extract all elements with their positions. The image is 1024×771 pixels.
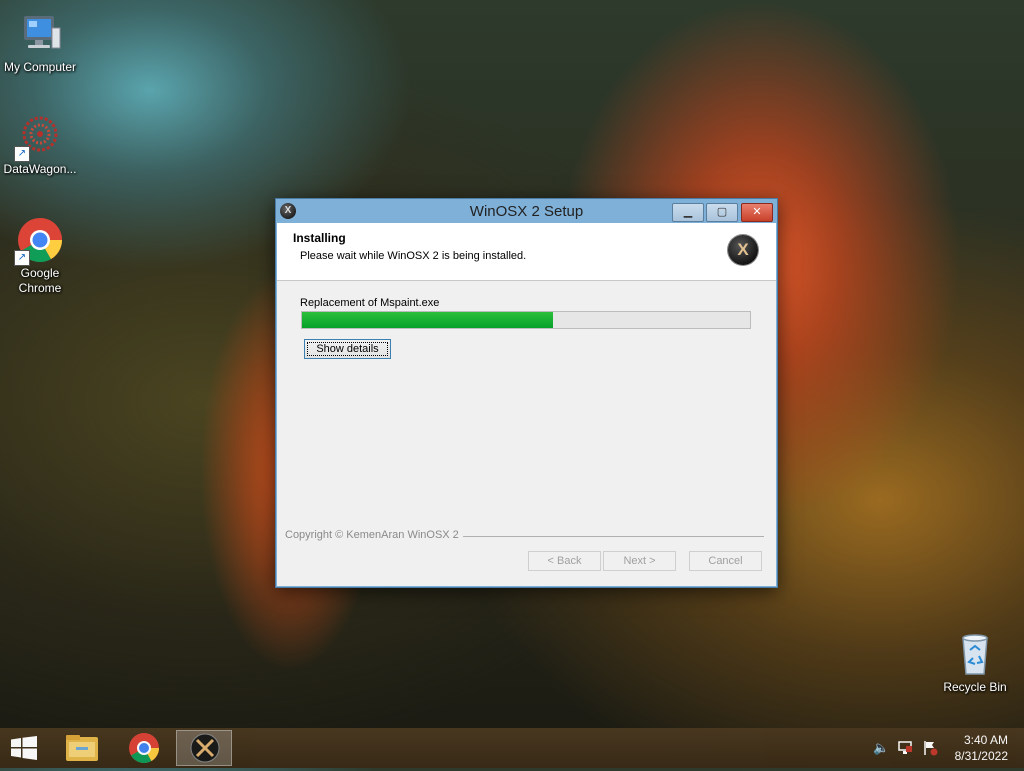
taskbar-file-explorer[interactable] bbox=[56, 730, 112, 766]
desktop-icon-label: Recycle Bin bbox=[943, 680, 1007, 694]
computer-icon bbox=[16, 10, 64, 58]
desktop-icon-recycle-bin[interactable]: Recycle Bin bbox=[935, 630, 1015, 695]
chrome-icon bbox=[129, 733, 159, 764]
install-progress-bar bbox=[301, 311, 751, 329]
desktop-icon-label: Google Chrome bbox=[18, 266, 62, 295]
next-button[interactable]: Next > bbox=[603, 551, 676, 571]
clock-date: 8/31/2022 bbox=[954, 749, 1008, 763]
close-button[interactable]: ✕ bbox=[741, 203, 773, 222]
setup-window[interactable]: X WinOSX 2 Setup ▁ ▢ ✕ Installing Please… bbox=[275, 198, 778, 588]
file-explorer-icon bbox=[66, 735, 98, 761]
header-subtitle: Please wait while WinOSX 2 is being inst… bbox=[300, 250, 527, 262]
desktop-icon-datawagon[interactable]: ↗ DataWagon... bbox=[0, 112, 80, 177]
cancel-button[interactable]: Cancel bbox=[689, 551, 762, 571]
taskbar-winosx-setup[interactable] bbox=[176, 730, 232, 766]
desktop-icon-label: DataWagon... bbox=[3, 162, 77, 176]
install-status-text: Replacement of Mspaint.exe bbox=[300, 297, 440, 309]
maximize-button[interactable]: ▢ bbox=[706, 203, 738, 222]
copyright-text: Copyright © KemenAran WinOSX 2 bbox=[285, 529, 463, 541]
window-client-area: Installing Please wait while WinOSX 2 is… bbox=[277, 223, 776, 586]
title-bar[interactable]: X WinOSX 2 Setup ▁ ▢ ✕ bbox=[276, 199, 777, 224]
divider bbox=[457, 536, 764, 537]
desktop-icon-my-computer[interactable]: My Computer bbox=[0, 10, 80, 75]
winosx-logo-icon: X bbox=[728, 235, 758, 265]
winosx-setup-icon bbox=[190, 733, 220, 763]
back-button[interactable]: < Back bbox=[528, 551, 601, 571]
clock-time: 3:40 AM bbox=[963, 733, 1008, 747]
start-button[interactable] bbox=[10, 736, 38, 760]
action-center-flag-icon[interactable] bbox=[922, 740, 938, 756]
shortcut-arrow-icon: ↗ bbox=[14, 250, 30, 266]
network-icon[interactable] bbox=[897, 740, 913, 756]
recycle-bin-icon bbox=[951, 630, 999, 678]
progress-fill bbox=[302, 312, 553, 328]
chrome-icon: ↗ bbox=[14, 216, 64, 266]
show-details-button[interactable]: Show details bbox=[304, 339, 391, 359]
installer-header: Installing Please wait while WinOSX 2 is… bbox=[277, 223, 776, 281]
speaker-muted-icon[interactable]: 🔈 bbox=[873, 740, 889, 756]
desktop-icon-label: My Computer bbox=[3, 60, 77, 74]
header-title: Installing bbox=[293, 231, 346, 245]
system-clock[interactable]: 3:40 AM 8/31/2022 bbox=[955, 732, 1008, 764]
windows-logo-icon bbox=[11, 736, 37, 760]
taskbar-chrome[interactable] bbox=[116, 730, 172, 766]
taskbar: 🔈 3:40 AM 8/31/2022 bbox=[0, 728, 1024, 768]
desktop-icon-google-chrome[interactable]: ↗ Google Chrome bbox=[0, 216, 80, 296]
shortcut-arrow-icon: ↗ bbox=[14, 146, 30, 162]
datawagon-icon: ↗ bbox=[14, 112, 64, 162]
minimize-button[interactable]: ▁ bbox=[672, 203, 704, 222]
